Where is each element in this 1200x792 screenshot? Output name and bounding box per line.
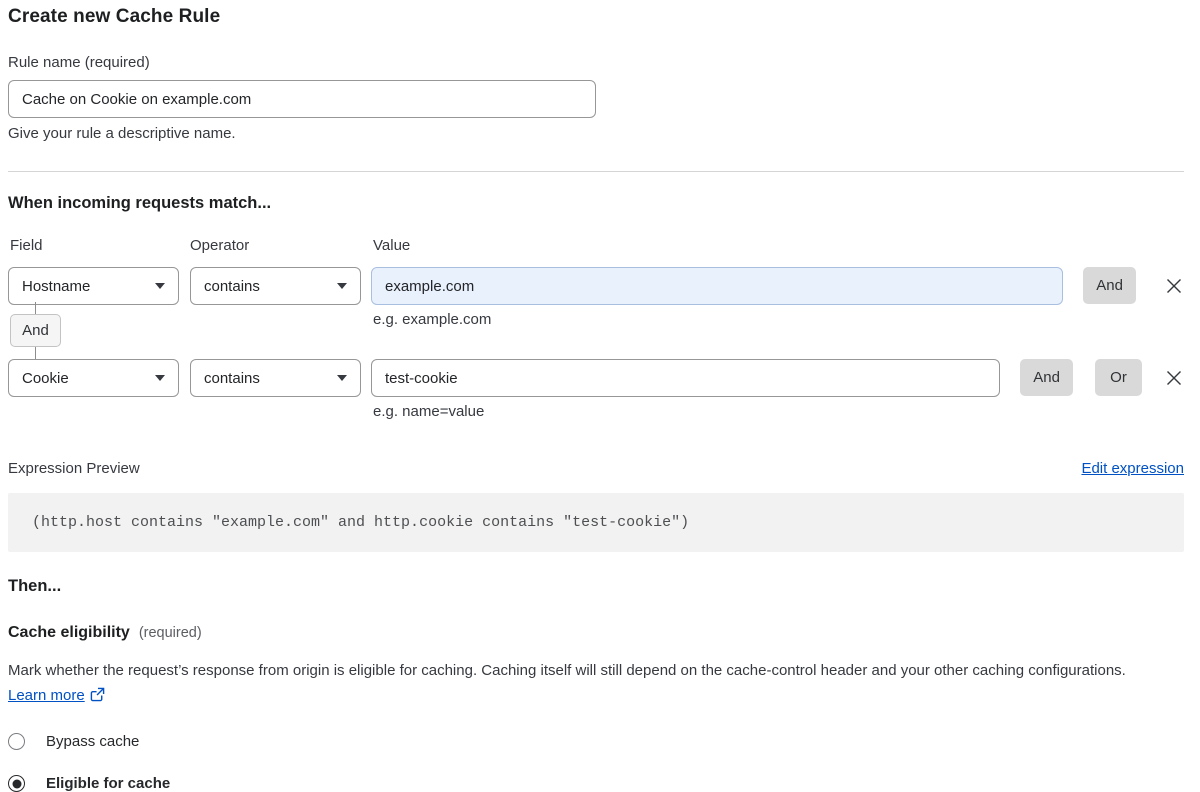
value-input[interactable] bbox=[371, 267, 1063, 305]
chevron-down-icon bbox=[155, 283, 165, 289]
expression-preview-header: Expression Preview Edit expression bbox=[8, 460, 1184, 477]
external-link-icon bbox=[90, 687, 105, 702]
close-icon bbox=[1165, 369, 1183, 387]
radio-option-bypass-cache[interactable]: Bypass cache bbox=[8, 733, 1184, 750]
condition-column-labels: Field Operator Value bbox=[8, 237, 1184, 254]
expression-code: (http.host contains "example.com" and ht… bbox=[8, 493, 1184, 552]
cache-eligibility-heading: Cache eligibility bbox=[8, 624, 130, 642]
then-heading: Then... bbox=[8, 577, 1184, 596]
and-connector: And bbox=[10, 302, 66, 359]
chevron-down-icon bbox=[337, 375, 347, 381]
value-column: e.g. example.com bbox=[371, 267, 1063, 328]
add-or-condition-button[interactable]: Or bbox=[1095, 359, 1142, 396]
chevron-down-icon bbox=[337, 283, 347, 289]
connector-line bbox=[35, 347, 36, 359]
field-select-value: Cookie bbox=[22, 370, 69, 387]
add-and-condition-button[interactable]: And bbox=[1020, 359, 1073, 396]
description-text: Mark whether the request’s response from… bbox=[8, 662, 1126, 679]
operator-select[interactable]: contains bbox=[190, 359, 361, 397]
and-connector-button[interactable]: And bbox=[10, 314, 61, 347]
operator-select[interactable]: contains bbox=[190, 267, 361, 305]
close-icon bbox=[1165, 277, 1183, 295]
section-divider bbox=[8, 171, 1184, 172]
expression-preview-label: Expression Preview bbox=[8, 460, 140, 477]
operator-select-value: contains bbox=[204, 278, 260, 295]
value-hint: e.g. example.com bbox=[371, 311, 1063, 328]
operator-column-label: Operator bbox=[190, 237, 371, 254]
operator-select-value: contains bbox=[204, 370, 260, 387]
value-column: e.g. name=value bbox=[371, 359, 1000, 420]
learn-more-link[interactable]: Learn more bbox=[8, 687, 85, 704]
value-input[interactable] bbox=[371, 359, 1000, 397]
field-select[interactable]: Hostname bbox=[8, 267, 179, 305]
field-select-value: Hostname bbox=[22, 278, 90, 295]
condition-row-1: Hostname contains e.g. example.com And bbox=[8, 267, 1184, 328]
value-hint: e.g. name=value bbox=[371, 403, 1000, 420]
rule-name-label: Rule name (required) bbox=[8, 54, 596, 71]
add-and-condition-button[interactable]: And bbox=[1083, 267, 1136, 304]
field-column-label: Field bbox=[8, 237, 190, 254]
match-heading: When incoming requests match... bbox=[8, 194, 1184, 213]
field-select[interactable]: Cookie bbox=[8, 359, 179, 397]
rule-name-group: Rule name (required) Give your rule a de… bbox=[8, 54, 596, 142]
edit-expression-link[interactable]: Edit expression bbox=[1081, 460, 1184, 477]
remove-condition-button[interactable] bbox=[1163, 267, 1184, 304]
rule-name-input[interactable] bbox=[8, 80, 596, 118]
page-title: Create new Cache Rule bbox=[8, 6, 1184, 28]
cache-eligibility-header: Cache eligibility (required) bbox=[8, 624, 1184, 642]
value-column-label: Value bbox=[371, 237, 1184, 254]
connector-line bbox=[35, 302, 36, 314]
cache-eligibility-description: Mark whether the request’s response from… bbox=[8, 658, 1166, 708]
rule-name-help: Give your rule a descriptive name. bbox=[8, 125, 596, 142]
radio-unselected-icon[interactable] bbox=[8, 733, 25, 750]
condition-row-2: Cookie contains e.g. name=value And Or bbox=[8, 359, 1184, 420]
chevron-down-icon bbox=[155, 375, 165, 381]
required-note: (required) bbox=[139, 625, 202, 641]
create-cache-rule-form: Create new Cache Rule Rule name (require… bbox=[0, 0, 1200, 792]
radio-option-label: Bypass cache bbox=[46, 733, 139, 750]
remove-condition-button[interactable] bbox=[1163, 359, 1184, 396]
